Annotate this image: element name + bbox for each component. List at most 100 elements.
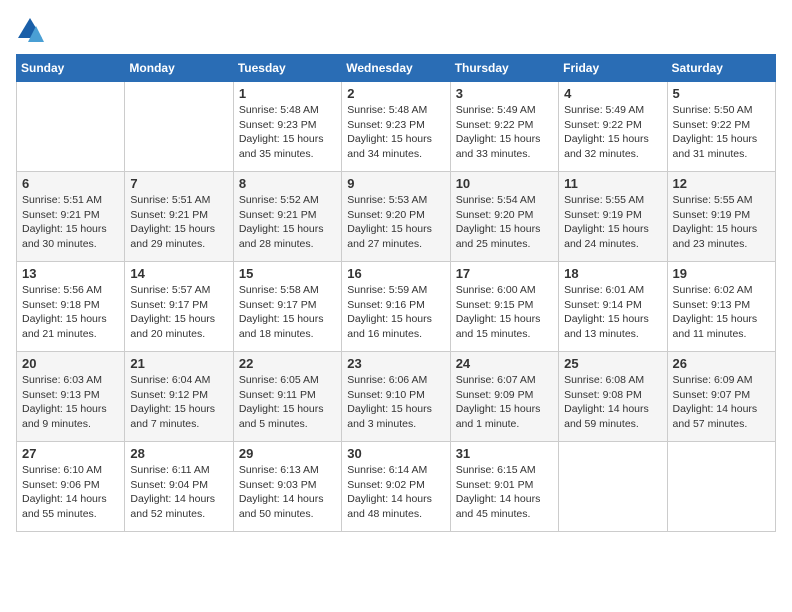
day-number: 10 [456, 176, 553, 191]
calendar-cell: 15Sunrise: 5:58 AM Sunset: 9:17 PM Dayli… [233, 262, 341, 352]
cell-text: Sunrise: 5:48 AM Sunset: 9:23 PM Dayligh… [347, 103, 444, 162]
calendar-cell: 13 Sunrise: 5:56 AM Sunset: 9:18 PM Dayli… [17, 262, 125, 352]
cell-text: Sunrise: 6:10 AM Sunset: 9:06 PM Dayligh… [22, 463, 119, 522]
calendar-body: 1 Sunrise: 5:48 AM Sunset: 9:23 PM Daylig… [17, 82, 776, 532]
cell-text: Sunrise: 6:13 AM Sunset: 9:03 PM Dayligh… [239, 463, 336, 522]
calendar-cell: 18 Sunrise: 6:01 AM Sunset: 9:14 PM Dayli… [559, 262, 667, 352]
calendar-cell: 25 Sunrise: 6:08 AM Sunset: 9:08 PM Dayli… [559, 352, 667, 442]
cell-text: Sunrise: 6:01 AM Sunset: 9:14 PM Dayligh… [564, 283, 661, 342]
cell-text: Sunrise: 5:48 AM Sunset: 9:23 PM Dayligh… [239, 103, 336, 162]
day-number: 5 [673, 86, 770, 101]
calendar-cell: 9 Sunrise: 5:53 AM Sunset: 9:20 PM Daylig… [342, 172, 450, 262]
calendar-cell: 10 Sunrise: 5:54 AM Sunset: 9:20 PM Dayli… [450, 172, 558, 262]
week-row-5: 27 Sunrise: 6:10 AM Sunset: 9:06 PM Dayli… [17, 442, 776, 532]
cell-text: Sunrise: 6:14 AM Sunset: 9:02 PM Dayligh… [347, 463, 444, 522]
day-number: 24 [456, 356, 553, 371]
calendar-header: SundayMondayTuesdayWednesdayThursdayFrid… [17, 55, 776, 82]
cell-text: Sunrise: 6:08 AM Sunset: 9:08 PM Dayligh… [564, 373, 661, 432]
day-number: 12 [673, 176, 770, 191]
cell-text: Sunrise: 6:02 AM Sunset: 9:13 PM Dayligh… [673, 283, 770, 342]
calendar-cell: 29Sunrise: 6:13 AM Sunset: 9:03 PM Dayli… [233, 442, 341, 532]
logo-icon [16, 16, 44, 44]
day-number: 16 [347, 266, 444, 281]
day-number: 1 [239, 86, 336, 101]
cell-text: Sunrise: 5:57 AM Sunset: 9:17 PM Dayligh… [130, 283, 227, 342]
calendar-cell: 24 Sunrise: 6:07 AM Sunset: 9:09 PM Dayli… [450, 352, 558, 442]
day-number: 14 [130, 266, 227, 281]
cell-text: Sunrise: 5:49 AM Sunset: 9:22 PM Dayligh… [564, 103, 661, 162]
day-number: 20 [22, 356, 119, 371]
day-number: 26 [673, 356, 770, 371]
header-cell-saturday: Saturday [667, 55, 775, 82]
calendar-cell [559, 442, 667, 532]
header-row: SundayMondayTuesdayWednesdayThursdayFrid… [17, 55, 776, 82]
calendar-cell: 1 Sunrise: 5:48 AM Sunset: 9:23 PM Daylig… [233, 82, 341, 172]
week-row-3: 13 Sunrise: 5:56 AM Sunset: 9:18 PM Dayli… [17, 262, 776, 352]
header-cell-monday: Monday [125, 55, 233, 82]
cell-text: Sunrise: 6:15 AM Sunset: 9:01 PM Dayligh… [456, 463, 553, 522]
cell-text: Sunrise: 5:54 AM Sunset: 9:20 PM Dayligh… [456, 193, 553, 252]
week-row-4: 20Sunrise: 6:03 AM Sunset: 9:13 PM Dayli… [17, 352, 776, 442]
calendar-cell: 20Sunrise: 6:03 AM Sunset: 9:13 PM Dayli… [17, 352, 125, 442]
calendar-cell: 16 Sunrise: 5:59 AM Sunset: 9:16 PM Dayli… [342, 262, 450, 352]
day-number: 9 [347, 176, 444, 191]
day-number: 18 [564, 266, 661, 281]
calendar-cell: 21 Sunrise: 6:04 AM Sunset: 9:12 PM Dayli… [125, 352, 233, 442]
day-number: 8 [239, 176, 336, 191]
cell-text: Sunrise: 5:56 AM Sunset: 9:18 PM Dayligh… [22, 283, 119, 342]
cell-text: Sunrise: 6:06 AM Sunset: 9:10 PM Dayligh… [347, 373, 444, 432]
cell-text: Sunrise: 5:55 AM Sunset: 9:19 PM Dayligh… [564, 193, 661, 252]
calendar-cell: 4 Sunrise: 5:49 AM Sunset: 9:22 PM Daylig… [559, 82, 667, 172]
calendar-cell [125, 82, 233, 172]
week-row-2: 6 Sunrise: 5:51 AM Sunset: 9:21 PM Daylig… [17, 172, 776, 262]
calendar-cell: 6 Sunrise: 5:51 AM Sunset: 9:21 PM Daylig… [17, 172, 125, 262]
day-number: 31 [456, 446, 553, 461]
calendar-cell: 31 Sunrise: 6:15 AM Sunset: 9:01 PM Dayli… [450, 442, 558, 532]
cell-text: Sunrise: 5:53 AM Sunset: 9:20 PM Dayligh… [347, 193, 444, 252]
cell-text: Sunrise: 5:51 AM Sunset: 9:21 PM Dayligh… [22, 193, 119, 252]
day-number: 19 [673, 266, 770, 281]
cell-text: Sunrise: 6:05 AM Sunset: 9:11 PM Dayligh… [239, 373, 336, 432]
day-number: 11 [564, 176, 661, 191]
day-number: 22 [239, 356, 336, 371]
cell-text: Sunrise: 5:55 AM Sunset: 9:19 PM Dayligh… [673, 193, 770, 252]
calendar-cell: 27 Sunrise: 6:10 AM Sunset: 9:06 PM Dayli… [17, 442, 125, 532]
day-number: 13 [22, 266, 119, 281]
header-cell-wednesday: Wednesday [342, 55, 450, 82]
logo [16, 16, 48, 44]
calendar-cell: 11 Sunrise: 5:55 AM Sunset: 9:19 PM Dayli… [559, 172, 667, 262]
week-row-1: 1 Sunrise: 5:48 AM Sunset: 9:23 PM Daylig… [17, 82, 776, 172]
cell-text: Sunrise: 5:49 AM Sunset: 9:22 PM Dayligh… [456, 103, 553, 162]
header-cell-sunday: Sunday [17, 55, 125, 82]
cell-text: Sunrise: 5:51 AM Sunset: 9:21 PM Dayligh… [130, 193, 227, 252]
calendar-cell [667, 442, 775, 532]
cell-text: Sunrise: 6:09 AM Sunset: 9:07 PM Dayligh… [673, 373, 770, 432]
calendar-cell: 22 Sunrise: 6:05 AM Sunset: 9:11 PM Dayli… [233, 352, 341, 442]
calendar-cell: 17Sunrise: 6:00 AM Sunset: 9:15 PM Dayli… [450, 262, 558, 352]
day-number: 21 [130, 356, 227, 371]
day-number: 27 [22, 446, 119, 461]
day-number: 25 [564, 356, 661, 371]
cell-text: Sunrise: 6:04 AM Sunset: 9:12 PM Dayligh… [130, 373, 227, 432]
day-number: 7 [130, 176, 227, 191]
calendar-cell: 26 Sunrise: 6:09 AM Sunset: 9:07 PM Dayli… [667, 352, 775, 442]
cell-text: Sunrise: 6:07 AM Sunset: 9:09 PM Dayligh… [456, 373, 553, 432]
day-number: 6 [22, 176, 119, 191]
page-header [16, 16, 776, 44]
calendar-cell: 3Sunrise: 5:49 AM Sunset: 9:22 PM Daylig… [450, 82, 558, 172]
day-number: 2 [347, 86, 444, 101]
calendar-cell: 23 Sunrise: 6:06 AM Sunset: 9:10 PM Dayli… [342, 352, 450, 442]
calendar-cell: 5Sunrise: 5:50 AM Sunset: 9:22 PM Daylig… [667, 82, 775, 172]
cell-text: Sunrise: 6:00 AM Sunset: 9:15 PM Dayligh… [456, 283, 553, 342]
calendar-cell: 14 Sunrise: 5:57 AM Sunset: 9:17 PM Dayli… [125, 262, 233, 352]
cell-text: Sunrise: 6:11 AM Sunset: 9:04 PM Dayligh… [130, 463, 227, 522]
calendar-cell: 30 Sunrise: 6:14 AM Sunset: 9:02 PM Dayli… [342, 442, 450, 532]
header-cell-thursday: Thursday [450, 55, 558, 82]
day-number: 23 [347, 356, 444, 371]
cell-text: Sunrise: 5:59 AM Sunset: 9:16 PM Dayligh… [347, 283, 444, 342]
calendar-cell: 8 Sunrise: 5:52 AM Sunset: 9:21 PM Daylig… [233, 172, 341, 262]
day-number: 4 [564, 86, 661, 101]
cell-text: Sunrise: 5:52 AM Sunset: 9:21 PM Dayligh… [239, 193, 336, 252]
day-number: 30 [347, 446, 444, 461]
cell-text: Sunrise: 5:58 AM Sunset: 9:17 PM Dayligh… [239, 283, 336, 342]
